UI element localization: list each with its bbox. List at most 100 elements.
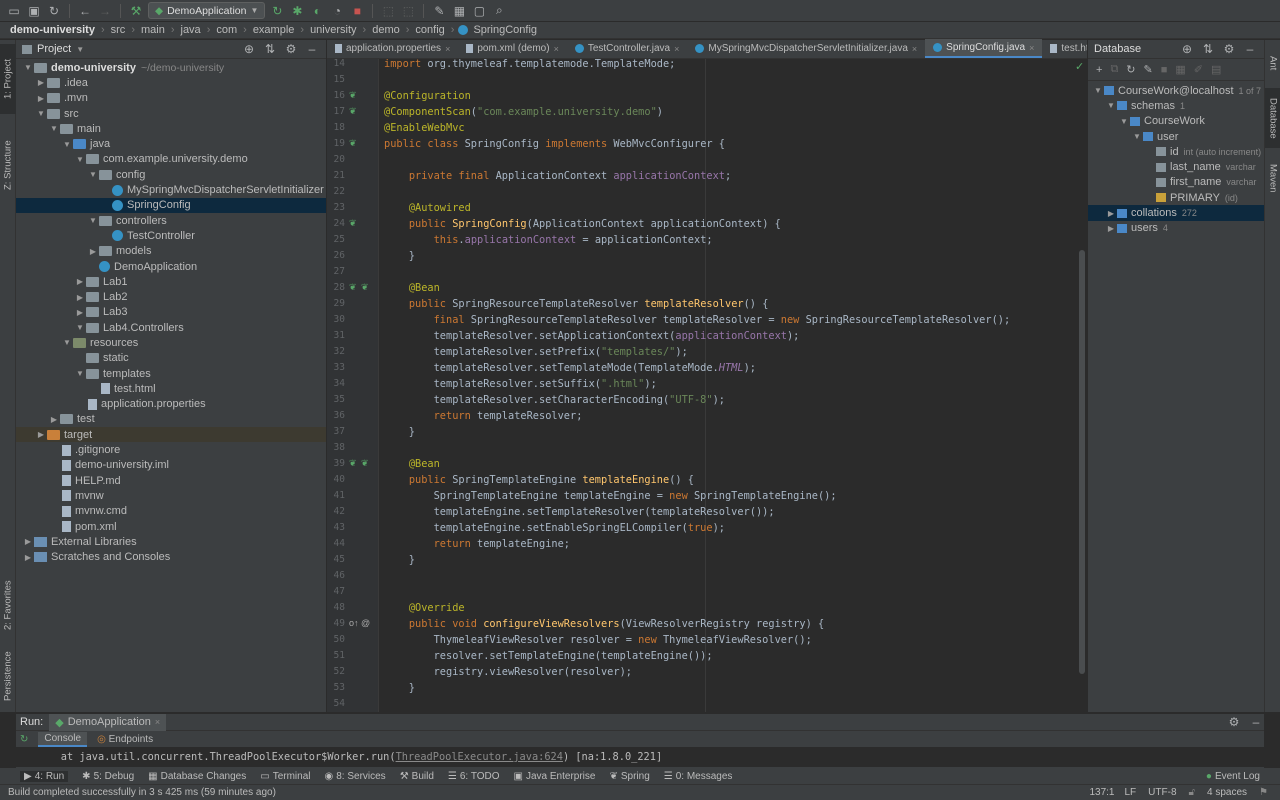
db-tree-item[interactable]: id int (auto increment) <box>1088 144 1264 159</box>
tree-item[interactable]: DemoApplication <box>16 259 326 274</box>
lock-icon[interactable]: 🔓︎ <box>1189 787 1195 798</box>
breadcrumb-item[interactable]: demo-university <box>8 24 97 36</box>
expand-arrow-icon[interactable]: ▼ <box>74 369 86 378</box>
search-icon[interactable]: ⌕ <box>491 3 507 19</box>
schema-edit-icon[interactable]: ✎ <box>1144 63 1153 76</box>
breadcrumb-item[interactable]: university <box>308 24 358 36</box>
line-separator[interactable]: LF <box>1125 787 1137 798</box>
tab-endpoints[interactable]: ◎ Endpoints <box>97 734 153 745</box>
expand-arrow-icon[interactable]: ▼ <box>48 124 60 133</box>
run-icon[interactable]: ↻ <box>269 3 285 19</box>
expand-arrow-icon[interactable]: ▼ <box>1092 86 1104 95</box>
expand-arrow-icon[interactable]: ▶ <box>87 247 99 256</box>
expand-arrow-icon[interactable]: ▼ <box>61 140 73 149</box>
tree-item[interactable]: ▼ controllers <box>16 213 326 228</box>
expand-arrow-icon[interactable]: ▶ <box>48 415 60 424</box>
project-structure-icon[interactable]: ▦ <box>451 3 467 19</box>
bean-icon[interactable]: ❦ <box>349 138 357 149</box>
bean-icon[interactable]: ❦ <box>349 106 357 117</box>
tree-item[interactable]: ▶ .idea <box>16 75 326 90</box>
tab-persistence[interactable]: Persistence <box>0 646 16 706</box>
tree-item[interactable]: ▼ src <box>16 106 326 121</box>
db-tree-item[interactable]: ▼ CourseWork <box>1088 114 1264 129</box>
event-log-tab[interactable]: ● Event Log <box>1206 771 1260 782</box>
coverage-icon[interactable]: ◐ <box>309 3 325 19</box>
gear-icon[interactable]: ⚙ <box>1221 41 1237 57</box>
breadcrumb-item[interactable]: java <box>179 24 203 36</box>
close-icon[interactable]: × <box>1029 43 1034 53</box>
tree-item[interactable]: mvnw.cmd <box>16 504 326 519</box>
breadcrumb-item[interactable]: example <box>251 24 297 36</box>
tree-item[interactable]: ▶ Scratches and Consoles <box>16 550 326 565</box>
inspection-ok-icon[interactable]: ✓ <box>1075 60 1084 73</box>
console-link[interactable]: ThreadPoolExecutor.java:624 <box>396 751 563 763</box>
close-icon[interactable]: × <box>912 44 917 54</box>
close-icon[interactable]: × <box>155 717 160 727</box>
editor-scrollbar[interactable] <box>1079 250 1085 674</box>
tree-item[interactable]: demo-university.iml <box>16 458 326 473</box>
profile-icon[interactable]: ◔ <box>329 3 345 19</box>
editor-tab[interactable]: pom.xml (demo) × <box>458 39 567 58</box>
tree-item[interactable]: ▶ Lab3 <box>16 305 326 320</box>
copy-icon[interactable]: ⧉ <box>1110 63 1118 76</box>
tab-ant[interactable]: Ant <box>1265 48 1280 78</box>
tree-item[interactable]: ▶ target <box>16 427 326 443</box>
tree-item[interactable]: ▼ demo-university ~/demo-university <box>16 60 326 75</box>
db-tree-item[interactable]: ▼ CourseWork@localhost 1 of 7 <box>1088 83 1264 98</box>
breadcrumb-item[interactable]: config <box>413 24 446 36</box>
terminal-window-icon[interactable]: ▢ <box>471 3 487 19</box>
tree-item[interactable]: ▶ Lab1 <box>16 274 326 289</box>
db-tree-item[interactable]: first_name varchar <box>1088 175 1264 190</box>
bottom-tab[interactable]: ☰ 0: Messages <box>664 771 733 782</box>
db-tree-item[interactable]: PRIMARY (id) <box>1088 190 1264 205</box>
collapse-all-icon[interactable]: ⇅ <box>262 41 278 57</box>
expand-arrow-icon[interactable]: ▶ <box>1105 224 1117 233</box>
expand-arrow-icon[interactable]: ▼ <box>22 63 34 72</box>
bean-link-icon[interactable]: ❦ <box>361 282 369 293</box>
console-icon[interactable]: ▤ <box>1211 63 1221 76</box>
breadcrumb-item[interactable]: main <box>139 24 167 36</box>
expand-arrow-icon[interactable]: ▼ <box>1131 132 1143 141</box>
caret-position[interactable]: 137:1 <box>1089 787 1114 798</box>
bean-icon[interactable]: ❦ <box>349 218 357 229</box>
bottom-tab[interactable]: ☰ 6: TODO <box>448 771 500 782</box>
open-folder-icon[interactable]: ▭ <box>6 3 22 19</box>
tree-item[interactable]: TestController <box>16 228 326 243</box>
file-encoding[interactable]: UTF-8 <box>1148 787 1176 798</box>
git-icon[interactable]: ⚑ <box>1259 787 1268 798</box>
tree-item[interactable]: ▼ config <box>16 167 326 182</box>
hide-icon[interactable]: – <box>1242 41 1258 57</box>
refresh-icon[interactable]: ↻ <box>1126 63 1135 76</box>
gear-icon[interactable]: ⚙ <box>283 41 299 57</box>
run-config-tab[interactable]: ◆ DemoApplication × <box>49 713 167 731</box>
editor-tab[interactable]: MySpringMvcDispatcherServletInitializer.… <box>687 39 925 58</box>
expand-arrow-icon[interactable]: ▼ <box>74 323 86 332</box>
close-icon[interactable]: × <box>554 44 559 54</box>
expand-arrow-icon[interactable]: ▶ <box>1105 209 1117 218</box>
bottom-tab[interactable]: ✱ 5: Debug <box>82 771 134 782</box>
tree-item[interactable]: ▶ External Libraries <box>16 534 326 549</box>
tree-item[interactable]: ▶ Lab2 <box>16 289 326 304</box>
bottom-tab[interactable]: ▶ 4: Run <box>20 770 69 782</box>
hide-icon[interactable]: – <box>304 41 320 57</box>
tree-item[interactable]: MySpringMvcDispatcherServletInitializer <box>16 182 326 197</box>
close-icon[interactable]: × <box>445 44 450 54</box>
expand-arrow-icon[interactable]: ▶ <box>35 94 47 103</box>
expand-arrow-icon[interactable]: ▶ <box>35 430 47 439</box>
expand-arrow-icon[interactable]: ▼ <box>61 338 73 347</box>
run-configuration-dropdown[interactable]: ◆ DemoApplication ▼ <box>148 2 266 19</box>
bean-icon[interactable]: ❦ <box>349 282 357 293</box>
vcs-commit-icon[interactable]: ⬚ <box>400 3 416 19</box>
bottom-tab[interactable]: ▭ Terminal <box>260 771 310 782</box>
save-icon[interactable]: ▣ <box>26 3 42 19</box>
tab-database[interactable]: Database <box>1265 88 1280 148</box>
tree-item[interactable]: ▼ templates <box>16 366 326 381</box>
tab-maven[interactable]: Maven <box>1265 154 1280 202</box>
indent-setting[interactable]: 4 spaces <box>1207 787 1247 798</box>
breadcrumb-item[interactable]: demo <box>370 24 402 36</box>
project-panel-title[interactable]: Project <box>37 43 71 55</box>
editor-tab[interactable]: application.properties × <box>327 39 458 58</box>
build-hammer-icon[interactable]: ⚒ <box>128 3 144 19</box>
breadcrumb-item[interactable]: src <box>109 24 128 36</box>
db-tree-item[interactable]: ▶ users 4 <box>1088 221 1264 236</box>
